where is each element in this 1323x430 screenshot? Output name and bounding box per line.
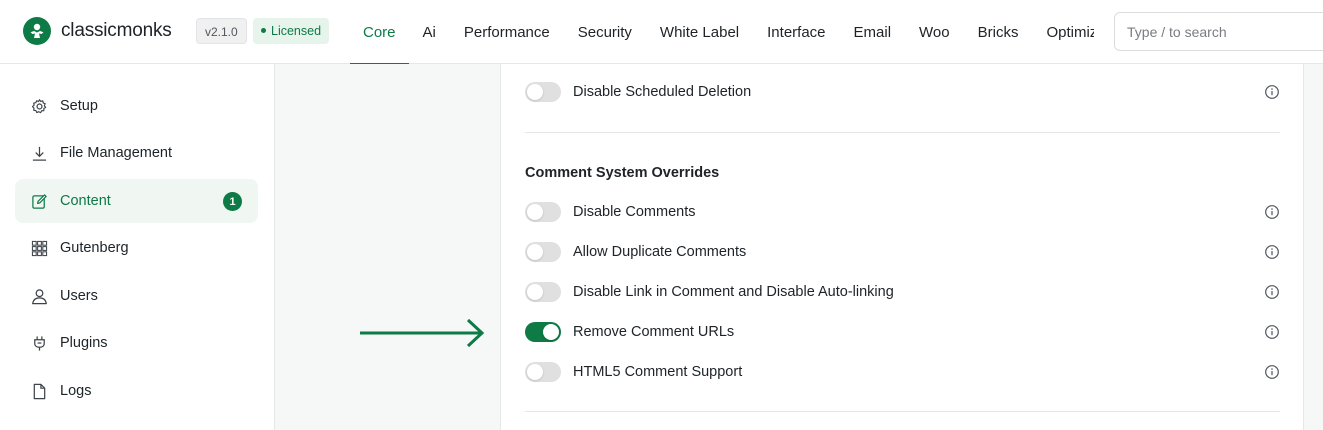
search-container — [1094, 0, 1323, 63]
sidebar-item-label: Content — [60, 193, 111, 209]
setting-row-disable-comments: Disable Comments — [525, 200, 1280, 224]
tab-interface[interactable]: Interface — [753, 0, 839, 64]
file-icon — [30, 382, 48, 400]
setting-row-disable-scheduled-deletion: Disable Scheduled Deletion — [525, 80, 1280, 104]
sidebar-item-label: Plugins — [60, 335, 108, 351]
edit-icon — [30, 192, 48, 210]
sidebar-item-users[interactable]: Users — [15, 274, 258, 318]
brand-logo[interactable]: classicmonks — [23, 17, 172, 45]
toggle-switch[interactable] — [525, 362, 561, 382]
sidebar-item-plugins[interactable]: Plugins — [15, 321, 258, 365]
info-icon[interactable] — [1264, 244, 1280, 260]
sidebar-item-label: Setup — [60, 98, 98, 114]
setting-row-allow-duplicate-comments: Allow Duplicate Comments — [525, 240, 1280, 264]
tab-woo[interactable]: Woo — [905, 0, 964, 64]
toggle-switch[interactable] — [525, 242, 561, 262]
setting-row-html5-comment-support: HTML5 Comment Support — [525, 360, 1280, 384]
tab-ai[interactable]: Ai — [409, 0, 450, 64]
info-icon[interactable] — [1264, 284, 1280, 300]
sidebar-item-label: Gutenberg — [60, 240, 129, 256]
sidebar-item-setup[interactable]: Setup — [15, 84, 258, 128]
tab-email[interactable]: Email — [840, 0, 906, 64]
gear-icon — [30, 97, 48, 115]
setting-label: Disable Comments — [573, 204, 696, 220]
count-badge: 1 — [223, 192, 242, 211]
status-dot-icon — [261, 28, 266, 34]
sidebar-item-content[interactable]: Content 1 — [15, 179, 258, 223]
sidebar-item-label: Logs — [60, 383, 92, 399]
search-input[interactable] — [1114, 12, 1323, 51]
brand-name: classicmonks — [61, 20, 172, 41]
setting-row-disable-link-in-comment-and-disable-auto-linking: Disable Link in Comment and Disable Auto… — [525, 280, 1280, 304]
toggle-switch[interactable] — [525, 282, 561, 302]
info-icon[interactable] — [1264, 84, 1280, 100]
info-icon[interactable] — [1264, 364, 1280, 380]
toggle-switch[interactable] — [525, 322, 561, 342]
setting-label: Allow Duplicate Comments — [573, 244, 747, 260]
tab-security[interactable]: Security — [564, 0, 646, 64]
plug-icon — [30, 334, 48, 352]
license-label: Licensed — [271, 24, 322, 38]
user-icon — [30, 287, 48, 305]
setting-label: Disable Link in Comment and Disable Auto… — [573, 284, 894, 300]
tab-optimization[interactable]: Optimization — [1032, 0, 1094, 64]
setting-label: HTML5 Comment Support — [573, 364, 743, 380]
sidebar: Setup File Management Content 1 Gutenberg Use… — [0, 64, 275, 430]
tab-performance[interactable]: Performance — [450, 0, 564, 64]
monk-logo-icon — [23, 17, 51, 45]
section-title: Comment System Overrides — [525, 165, 720, 181]
top-bar: classicmonks v2.1.0 Licensed Core Ai Perfo… — [0, 0, 1323, 64]
main-nav: Core Ai Performance Security White Label Inte… — [350, 0, 1094, 64]
tab-core[interactable]: Core — [350, 0, 409, 64]
download-icon — [30, 144, 48, 162]
sidebar-item-gutenberg[interactable]: Gutenberg — [15, 226, 258, 270]
info-icon[interactable] — [1264, 204, 1280, 220]
sidebar-item-file-management[interactable]: File Management — [15, 131, 258, 175]
toggle-switch[interactable] — [525, 82, 561, 102]
tab-white-label[interactable]: White Label — [646, 0, 753, 64]
sidebar-item-label: Users — [60, 288, 98, 304]
annotation-arrow-icon — [360, 318, 485, 348]
sidebar-item-logs[interactable]: Logs — [15, 369, 258, 413]
tab-bricks[interactable]: Bricks — [964, 0, 1033, 64]
section-divider — [525, 411, 1280, 412]
version-badge: v2.1.0 — [196, 18, 247, 44]
grid-icon — [30, 239, 48, 257]
toggle-switch[interactable] — [525, 202, 561, 222]
sidebar-item-label: File Management — [60, 145, 173, 161]
setting-row-remove-comment-urls: Remove Comment URLs — [525, 320, 1280, 344]
setting-label: Disable Scheduled Deletion — [573, 84, 752, 100]
info-icon[interactable] — [1264, 324, 1280, 340]
license-badge: Licensed — [253, 18, 330, 44]
section-divider — [525, 132, 1280, 133]
setting-label: Remove Comment URLs — [573, 324, 735, 340]
